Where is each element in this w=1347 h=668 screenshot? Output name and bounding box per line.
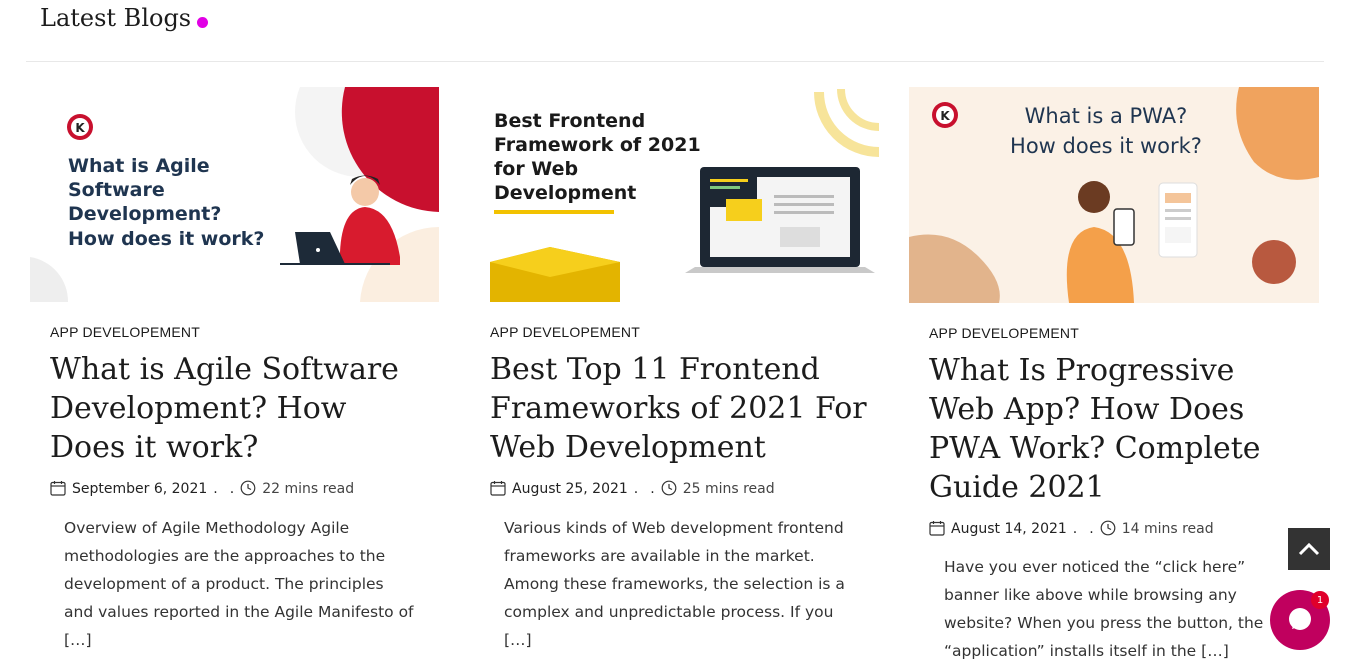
post-title[interactable]: Best Top 11 Frontend Frameworks of 2021 …	[490, 350, 870, 467]
post-category[interactable]: APP DEVELOPEMENT	[929, 325, 1079, 341]
blog-card: K What is Agile Software Development? Ho…	[30, 87, 450, 302]
post-date: September 6, 2021	[72, 481, 208, 497]
section-title: Latest Blogs	[40, 4, 209, 32]
svg-text:K: K	[940, 109, 950, 123]
clock-icon	[240, 480, 258, 498]
calendar-icon	[490, 480, 508, 498]
post-meta: August 25, 2021 . . 25 mins read	[490, 480, 775, 498]
post-date: August 25, 2021	[512, 481, 628, 497]
calendar-icon	[50, 480, 68, 498]
post-read-time: 25 mins read	[682, 481, 775, 497]
svg-text:What is a PWA?: What is a PWA?	[1025, 104, 1188, 128]
back-to-top-button[interactable]	[1288, 528, 1330, 570]
blog-card: K What is a PWA? How does it work?	[909, 87, 1329, 303]
chat-icon	[1289, 608, 1311, 630]
post-thumbnail[interactable]: K What is Agile Software Development? Ho…	[30, 87, 439, 302]
thumbnail-illustration: K What is Agile Software Development? Ho…	[30, 87, 439, 302]
post-title[interactable]: What Is Progressive Web App? How Does PW…	[929, 351, 1289, 507]
svg-text:for Web: for Web	[494, 158, 578, 180]
post-date: August 14, 2021	[951, 521, 1067, 537]
clock-icon	[661, 480, 679, 498]
svg-text:What is Agile: What is Agile	[68, 155, 210, 177]
post-excerpt: Have you ever noticed the “click here” b…	[944, 558, 1264, 660]
post-read-time: 14 mins read	[1121, 521, 1214, 537]
post-excerpt: Various kinds of Web development fronten…	[504, 519, 845, 649]
svg-text:K: K	[75, 121, 85, 135]
chat-notification-badge: 1	[1311, 591, 1329, 609]
thumbnail-illustration: K What is a PWA? How does it work?	[909, 87, 1319, 303]
svg-text:Software: Software	[68, 179, 165, 201]
calendar-icon	[929, 520, 947, 538]
divider	[26, 61, 1324, 62]
post-thumbnail[interactable]: K What is a PWA? How does it work?	[909, 87, 1319, 303]
thumbnail-illustration: Best Frontend Framework of 2021 for Web …	[490, 87, 879, 302]
svg-text:Development: Development	[494, 182, 636, 204]
post-category[interactable]: APP DEVELOPEMENT	[50, 324, 200, 340]
svg-text:Framework of 2021: Framework of 2021	[494, 134, 701, 156]
section-title-text: Latest Blogs	[40, 4, 192, 32]
blog-card: Best Frontend Framework of 2021 for Web …	[470, 87, 890, 302]
chevron-up-icon	[1298, 542, 1320, 556]
accent-dot	[197, 17, 209, 28]
post-title[interactable]: What is Agile Software Development? How …	[50, 350, 430, 467]
post-thumbnail[interactable]: Best Frontend Framework of 2021 for Web …	[490, 87, 879, 302]
svg-text:How does it work?: How does it work?	[68, 228, 264, 250]
svg-text:How does it work?: How does it work?	[1010, 134, 1202, 158]
post-meta: September 6, 2021 . . 22 mins read	[50, 480, 354, 498]
post-category[interactable]: APP DEVELOPEMENT	[490, 324, 640, 340]
post-excerpt: Overview of Agile Methodology Agile meth…	[64, 519, 414, 649]
svg-text:Development?: Development?	[68, 203, 221, 225]
post-meta: August 14, 2021 . . 14 mins read	[929, 520, 1214, 538]
post-read-time: 22 mins read	[262, 481, 355, 497]
clock-icon	[1100, 520, 1118, 538]
svg-text:Best Frontend: Best Frontend	[494, 110, 645, 132]
